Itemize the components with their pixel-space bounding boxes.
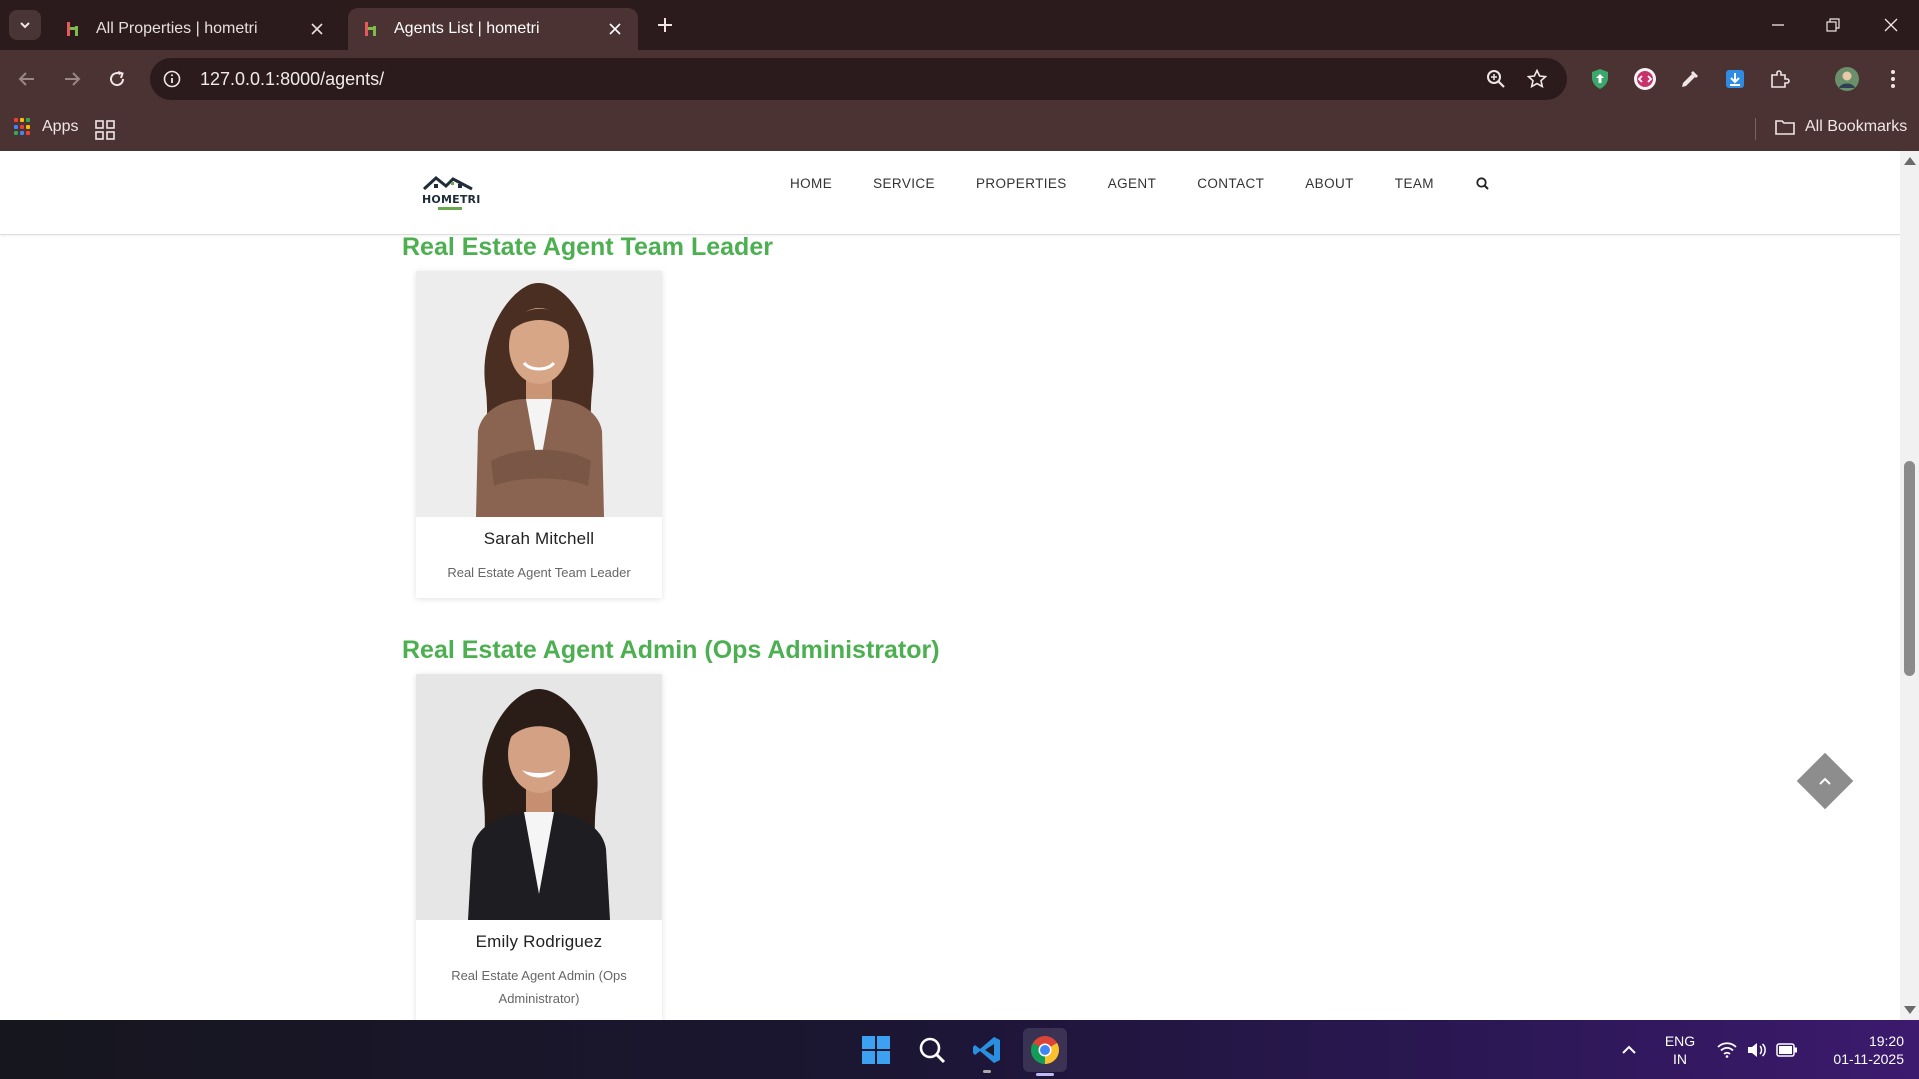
nav-item-agent[interactable]: AGENT [1108, 176, 1157, 191]
folder-icon [1775, 120, 1795, 135]
bookmarks-separator [1755, 118, 1756, 140]
nav-item-team[interactable]: TEAM [1395, 176, 1434, 191]
main-nav: HOME SERVICE PROPERTIES AGENT CONTACT AB… [790, 173, 1491, 193]
nav-item-contact[interactable]: CONTACT [1197, 176, 1264, 191]
agent-role: Real Estate Agent Team Leader [447, 565, 631, 580]
page-scrollbar[interactable] [1900, 151, 1919, 1020]
running-indicator [983, 1070, 991, 1073]
wifi-icon[interactable] [1712, 1031, 1742, 1069]
chrome-icon [1031, 1036, 1059, 1064]
chevron-down-icon [20, 22, 30, 29]
chevron-up-icon [1622, 1045, 1636, 1054]
taskbar-chrome[interactable] [1023, 1028, 1067, 1076]
reload-icon [110, 71, 125, 87]
close-icon[interactable] [308, 20, 326, 38]
arrow-left-icon [18, 72, 34, 86]
close-window-button[interactable] [1878, 12, 1904, 38]
download-extension-icon[interactable] [1720, 64, 1750, 94]
agent-name: Emily Rodriguez [475, 932, 603, 951]
bookmark-apps[interactable]: Apps [14, 118, 78, 136]
shield-extension-icon[interactable] [1585, 64, 1615, 94]
browser-tab-strip: All Properties | hometri Agents List | h… [0, 0, 1919, 50]
all-bookmarks-button[interactable]: All Bookmarks [1775, 118, 1907, 136]
agent-name: Sarah Mitchell [483, 529, 595, 548]
site-header: HOMETRI HOME SERVICE PROPERTIES AGENT CO… [0, 151, 1900, 235]
browser-menu-icon[interactable] [1878, 64, 1908, 94]
profile-avatar[interactable] [1832, 64, 1862, 94]
hometri-favicon-icon [362, 20, 380, 38]
zoom-icon[interactable] [1484, 67, 1508, 91]
language-code: ENG [1664, 1033, 1696, 1049]
site-info-icon[interactable] [160, 67, 184, 91]
active-window-indicator [1036, 1073, 1054, 1076]
nav-item-home[interactable]: HOME [790, 176, 832, 191]
windows-taskbar: ENG IN 19:20 01-11-2025 [0, 1020, 1919, 1079]
arrow-right-icon [65, 72, 81, 86]
start-button[interactable] [857, 1031, 895, 1069]
volume-icon[interactable] [1742, 1031, 1772, 1069]
agent-card[interactable]: Emily Rodriguez Real Estate Agent Admin … [416, 674, 662, 1020]
close-icon [1884, 18, 1898, 32]
logo-text: HOMETRI [422, 193, 481, 206]
bookmarks-bar: Apps All Bookmarks [0, 108, 1919, 151]
scroll-down-arrow[interactable] [1904, 1006, 1916, 1014]
new-tab-button[interactable] [652, 12, 678, 38]
forward-button[interactable] [57, 64, 87, 94]
tab-agents-list[interactable]: Agents List | hometri [348, 8, 638, 50]
windows-logo-icon [862, 1036, 890, 1064]
section-title-admin: Real Estate Agent Admin (Ops Administrat… [402, 636, 940, 664]
tab-search-button[interactable] [9, 10, 41, 40]
tab-title: Agents List | hometri [394, 20, 540, 37]
scrollbar-thumb[interactable] [1904, 461, 1915, 676]
code-extension-icon[interactable] [1630, 64, 1660, 94]
vscode-icon [973, 1037, 1000, 1063]
back-button[interactable] [12, 64, 42, 94]
close-icon[interactable] [606, 20, 624, 38]
all-bookmarks-label: All Bookmarks [1805, 118, 1908, 135]
eyedropper-extension-icon[interactable] [1675, 64, 1705, 94]
agent-card[interactable]: Sarah Mitchell Real Estate Agent Team Le… [416, 271, 662, 598]
section-title-team-leader: Real Estate Agent Team Leader [402, 233, 773, 261]
system-clock[interactable]: 19:20 01-11-2025 [1808, 1032, 1908, 1068]
clock-date: 01-11-2025 [1833, 1051, 1904, 1067]
search-icon[interactable] [1475, 175, 1491, 191]
agent-photo[interactable] [416, 271, 662, 517]
page-viewport: HOMETRI HOME SERVICE PROPERTIES AGENT CO… [0, 151, 1900, 1020]
url-input[interactable] [200, 68, 1400, 90]
scroll-up-arrow[interactable] [1904, 157, 1916, 165]
agent-photo[interactable] [416, 674, 662, 920]
minimize-icon [1772, 24, 1784, 26]
apps-grid-icon [14, 118, 32, 136]
chevron-up-icon [1819, 777, 1831, 785]
reload-button[interactable] [102, 64, 132, 94]
site-logo[interactable]: HOMETRI [420, 173, 480, 213]
plus-icon [658, 18, 672, 32]
taskbar-vscode[interactable] [968, 1031, 1006, 1073]
search-icon [919, 1037, 946, 1064]
region-code: IN [1673, 1051, 1687, 1067]
logo-underline [438, 207, 462, 210]
tab-title: All Properties | hometri [96, 20, 258, 37]
nav-item-about[interactable]: ABOUT [1305, 176, 1354, 191]
taskbar-search-button[interactable] [913, 1031, 951, 1069]
tab-groups-icon[interactable] [95, 120, 115, 140]
extensions-puzzle-icon[interactable] [1765, 64, 1795, 94]
hometri-favicon-icon [64, 20, 82, 38]
bookmark-star-icon[interactable] [1525, 67, 1549, 91]
minimize-button[interactable] [1765, 12, 1791, 38]
tab-all-properties[interactable]: All Properties | hometri [50, 8, 340, 50]
address-bar[interactable] [150, 58, 1567, 100]
agent-role: Real Estate Agent Admin (Ops Administrat… [451, 968, 627, 1006]
restore-button[interactable] [1820, 12, 1846, 38]
nav-item-properties[interactable]: PROPERTIES [976, 176, 1067, 191]
bookmark-apps-label: Apps [42, 118, 79, 135]
browser-toolbar [0, 50, 1919, 108]
show-hidden-icons-button[interactable] [1614, 1031, 1644, 1069]
nav-item-service[interactable]: SERVICE [873, 176, 935, 191]
battery-icon[interactable] [1772, 1031, 1802, 1069]
house-logo-icon [422, 176, 473, 191]
language-indicator[interactable]: ENG IN [1656, 1032, 1704, 1068]
clock-time: 19:20 [1868, 1033, 1904, 1049]
restore-icon [1826, 18, 1840, 32]
